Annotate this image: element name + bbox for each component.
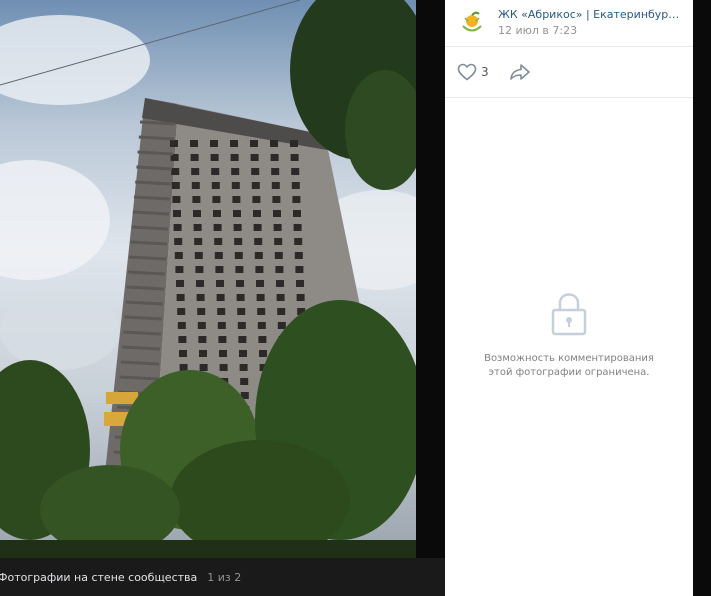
photo-counter: 1 из 2 (207, 570, 242, 584)
post-header: ЖК «Абрикос» | Екатеринбург | Стр... 12 … (445, 0, 693, 47)
photo-footer: Фотографии на стене сообщества 1 из 2 (0, 558, 445, 596)
avatar[interactable] (457, 8, 487, 38)
like-button[interactable]: 3 (457, 63, 489, 81)
lock-icon (549, 290, 589, 338)
album-link[interactable]: Фотографии на стене сообщества (0, 571, 197, 584)
like-count: 3 (481, 65, 489, 79)
post-date[interactable]: 12 июл в 7:23 (498, 24, 577, 37)
building-photo (0, 0, 416, 558)
heart-icon (457, 63, 477, 81)
viewer-gap (416, 0, 445, 596)
comments-restricted: Возможность комментирования этой фотогра… (445, 290, 693, 380)
viewer-right-edge (693, 0, 711, 596)
restricted-message: Возможность комментирования этой фотогра… (484, 353, 654, 378)
author-name[interactable]: ЖК «Абрикос» | Екатеринбург | Стр... (498, 8, 683, 21)
share-button[interactable] (509, 63, 531, 85)
avatar-logo (457, 8, 487, 38)
photo-image[interactable] (0, 0, 416, 558)
side-panel: ЖК «Абрикос» | Екатеринбург | Стр... 12 … (445, 0, 693, 596)
share-icon (510, 64, 530, 80)
actions-bar: 3 (445, 47, 693, 98)
